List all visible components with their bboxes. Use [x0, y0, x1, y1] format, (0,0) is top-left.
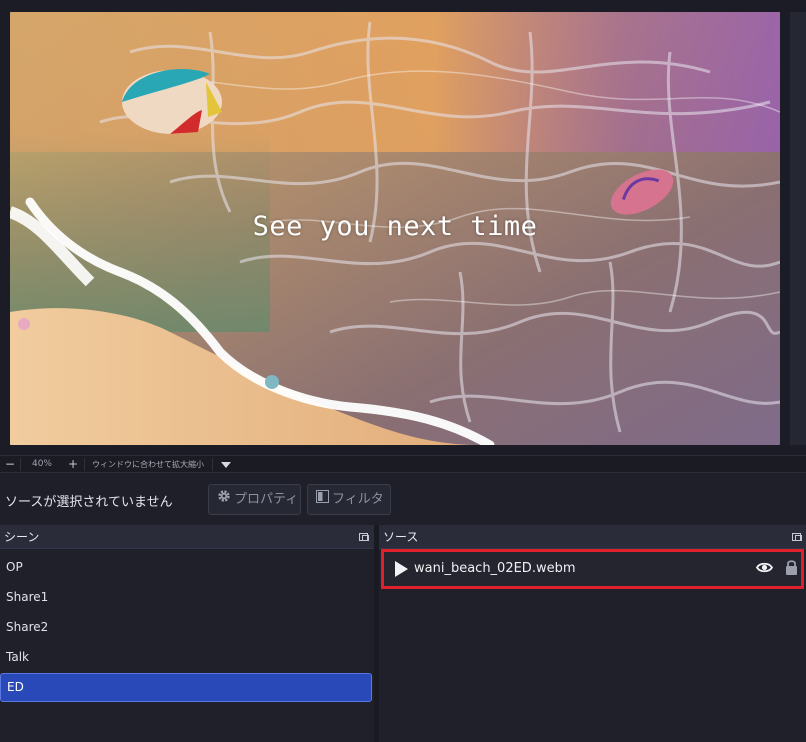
zoom-dropdown-button[interactable] [218, 456, 234, 473]
no-source-selected-label: ソースが選択されていません [5, 495, 173, 510]
source-item-wani-beach[interactable]: wani_beach_02ED.webm [381, 549, 804, 589]
zoom-bar: − 40% + ウィンドウに合わせて拡大縮小 [0, 455, 806, 473]
scene-item-op[interactable]: OP [0, 553, 372, 582]
zoom-in-button[interactable]: + [66, 456, 80, 473]
gear-icon [217, 485, 231, 514]
preview-side-strip [790, 12, 806, 445]
scene-item-ed[interactable]: ED [0, 673, 372, 702]
scene-item-share2[interactable]: Share2 [0, 613, 372, 642]
filters-button[interactable]: フィルタ [307, 484, 391, 515]
source-item-label: wani_beach_02ED.webm [414, 561, 576, 576]
zoom-separator [84, 458, 85, 471]
scene-item-share1[interactable]: Share1 [0, 583, 372, 612]
filters-button-label: フィルタ [332, 492, 384, 507]
properties-button[interactable]: プロパティ [208, 484, 301, 515]
source-toolbar: ソースが選択されていません プロパティ フィルタ [0, 474, 806, 524]
zoom-separator [20, 458, 21, 471]
play-icon [395, 561, 408, 577]
scenes-dock-title: シーン [4, 530, 40, 544]
sources-dock-header: ソース [379, 525, 806, 549]
preview-area: See you next time [0, 0, 806, 455]
sources-dock-title: ソース [383, 530, 419, 544]
undock-icon[interactable] [792, 533, 802, 541]
zoom-separator [212, 458, 213, 471]
zoom-value[interactable]: 40% [24, 456, 60, 473]
sources-dock: ソース wani_beach_02ED.webm [379, 525, 806, 742]
preview-overlay-text: See you next time [252, 211, 538, 242]
filter-icon [316, 485, 329, 514]
zoom-fit-button[interactable]: ウィンドウに合わせて拡大縮小 [92, 456, 212, 473]
preview-canvas[interactable]: See you next time [10, 12, 780, 445]
zoom-out-button[interactable]: − [4, 456, 16, 473]
properties-button-label: プロパティ [234, 492, 299, 507]
scene-item-talk[interactable]: Talk [0, 643, 372, 672]
lock-icon[interactable] [785, 559, 798, 579]
undock-icon[interactable] [359, 533, 369, 541]
chevron-down-icon [221, 462, 231, 468]
eye-icon[interactable] [755, 561, 774, 577]
scenes-dock-header: シーン [0, 525, 374, 549]
scenes-dock: シーン OP Share1 Share2 Talk ED [0, 525, 374, 742]
